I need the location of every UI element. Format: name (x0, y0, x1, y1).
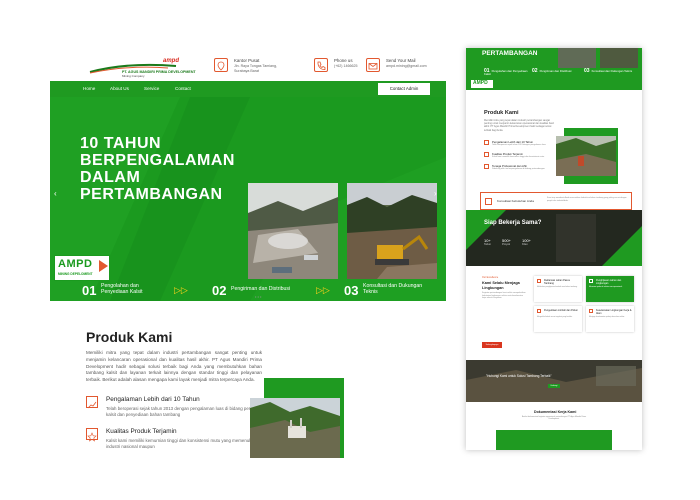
nav-contact[interactable]: Contact (175, 86, 191, 91)
step-1-text: Pengolahan dan Penyediaan Kalsit (101, 283, 143, 296)
mobile-produk-photo (556, 136, 616, 176)
mobile-step-2: 02 Pengiriman dan Distribusi (532, 68, 572, 74)
consult-banner[interactable]: Konsultasi Kebutuhan Anda Kami siap memb… (480, 192, 632, 210)
mobile-produk-desc: Memiliki mitra yang tepat dalam industri… (484, 119, 554, 132)
produk-title: Produk Kami (86, 329, 173, 345)
env-card-2[interactable]: Penghijauan Lahan dan Lingkungan Menanam… (586, 276, 634, 302)
mail-value[interactable]: ampd.mining@gmail.com (386, 64, 427, 68)
mobile-logo: AMPD (470, 79, 494, 89)
phone-value[interactable]: (+62) 1466625 (334, 64, 357, 68)
env-card-1[interactable]: Reklamasi Lahan Pasca Tambang Melakukan … (534, 276, 582, 302)
why-more-button[interactable]: Selengkapnya (482, 342, 502, 348)
mockup-stage: ampd PT. AGUS MANDIRI PRIMA DEVELOPMENT … (0, 0, 700, 500)
step-chevron-icon: ▷▷ (316, 285, 330, 295)
shield-icon (589, 309, 593, 313)
header-topbar: ampd PT. AGUS MANDIRI PRIMA DEVELOPMENT … (50, 48, 446, 80)
hero-photo-excavator (347, 183, 437, 279)
step-chevron-icon: ▷▷ (174, 285, 188, 295)
tree-icon (589, 279, 593, 283)
stat-clients: 100+ Klien (522, 238, 532, 246)
badge-star-icon (86, 428, 98, 442)
logo-mark[interactable]: ampd (163, 58, 179, 64)
gallery-title: Dokumentasi Kerja Kami (534, 410, 577, 414)
gallery-desc: Berikut dokumentasi kegiatan operasional… (521, 416, 587, 421)
mobile-produk-title: Produk Kami (484, 110, 519, 116)
phone-icon (314, 58, 328, 72)
main-nav: Home About Us Service Contact Contact Ad… (50, 81, 446, 97)
consult-icon (485, 198, 492, 205)
contact-admin-button[interactable]: Contact Admin (378, 83, 430, 95)
recycle-icon (537, 309, 541, 313)
env-card-4[interactable]: Keselamatan Lingkungan Kerja & Alam Menj… (586, 306, 634, 332)
mobile-step-1: 01 Pengolahan dan Penyediaan Kalsit (484, 68, 528, 77)
contact-banner: "Hubungi Kami untuk Solusi Tambang Terba… (466, 360, 642, 402)
step-3-text: Konsultasi dan Dukungan Teknis (363, 283, 423, 296)
slider-dots[interactable]: • • • (255, 294, 261, 299)
address-line1: Jln. Raya Tongas Tamiang, (234, 64, 278, 68)
cta-title: Siap Bekerja Sama? (484, 220, 542, 226)
step-3-number: 03 (344, 283, 359, 298)
mobile-hero: PERTAMBANGAN 01 Pengolahan dan Penyediaan… (466, 48, 642, 90)
hero-photo-quarry (248, 183, 338, 279)
nav-home[interactable]: Home (83, 86, 95, 91)
banner-text: "Hubungi Kami untuk Solusi Tambang Terba… (486, 374, 552, 378)
env-card-3[interactable]: Pengelolaan Limbah dan Polusi Mengelola … (534, 306, 582, 332)
chart-growth-icon (86, 396, 98, 409)
desktop-mockup: ampd PT. AGUS MANDIRI PRIMA DEVELOPMENT … (50, 48, 446, 458)
produk-photo (250, 398, 340, 458)
chart-growth-icon (484, 140, 489, 145)
play-triangle-icon (99, 260, 108, 272)
mobile-hero-title: PERTAMBANGAN (482, 50, 538, 57)
why-title: Kami Selalu Menjaga Lingkungan (482, 281, 520, 290)
banner-button[interactable]: Hubungi (548, 384, 560, 388)
ampd-logo-subtext: MINING DEPELOMENT (58, 272, 93, 276)
slider-next-icon[interactable]: › (434, 189, 437, 198)
feature-title: Kualitas Produk Terjamin (106, 428, 177, 435)
gallery-strip (496, 430, 612, 450)
address-line2: Surabaya Barat (234, 69, 259, 73)
mail-title: Send Your Mail (386, 58, 416, 63)
step-2-number: 02 (212, 283, 227, 298)
worker-icon (484, 164, 489, 169)
address-title: Kantor Pusat (234, 58, 260, 63)
slider-prev-icon[interactable]: ‹ (54, 189, 57, 198)
phone-title: Phone us (334, 58, 353, 63)
hero-title: 10 TAHUN BERPENGALAMAN DALAM PERTAMBANGA… (80, 135, 235, 203)
stat-years: 10+ Tahun (484, 238, 492, 246)
company-subtitle: Mining Company (122, 74, 145, 78)
nav-about[interactable]: About Us (110, 86, 129, 91)
longpage-mockup: PERTAMBANGAN 01 Pengolahan dan Penyediaan… (466, 48, 642, 450)
step-1-number: 01 (82, 283, 97, 298)
feature-title: Pengalaman Lebih dari 10 Tahun (106, 396, 200, 403)
produk-description: Memiliki mitra yang tepat dalam industri… (86, 350, 262, 383)
location-icon (214, 58, 228, 72)
badge-star-icon (484, 152, 489, 157)
ampd-logo-badge: AMPD MINING DEPELOMENT (54, 255, 110, 281)
why-tag: Our Excellence (482, 276, 499, 279)
nav-service[interactable]: Service (144, 86, 159, 91)
cta-dark-section: Siap Bekerja Sama? 10+ Tahun 500+ Proyek 1… (466, 210, 642, 266)
stat-projects: 500+ Proyek (502, 238, 512, 246)
leaf-icon (537, 279, 541, 283)
ampd-logo-text: AMPD (58, 258, 93, 270)
mail-icon (366, 58, 380, 72)
why-desc: Kegiatan pertambangan kami selalu memper… (482, 292, 526, 300)
mobile-step-3: 03 Konsultasi dan Dukungan Teknis (584, 68, 633, 74)
